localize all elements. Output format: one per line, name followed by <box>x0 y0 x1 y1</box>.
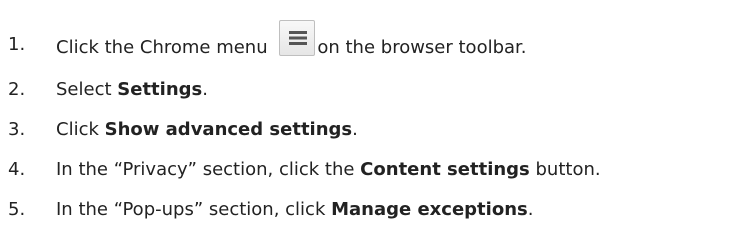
step-text-before: Click <box>56 119 105 140</box>
step-text-bold: Show advanced settings <box>104 119 353 140</box>
step-text-after: . <box>352 119 358 140</box>
step-text-bold: Manage exceptions <box>331 199 528 220</box>
step-text: In the “Pop-ups” section, click Manage e… <box>56 195 533 225</box>
step-text: Select Settings. <box>56 75 208 105</box>
hamburger-menu-icon <box>289 31 308 45</box>
step-text-bold: Settings <box>117 79 203 100</box>
step-text-after: . <box>202 79 208 100</box>
step-text-before: In the “Privacy” section, click the <box>56 159 361 180</box>
step-number: 2. <box>8 79 26 100</box>
step-number: 3. <box>8 119 26 140</box>
step-text: Click Show advanced settings. <box>56 115 358 145</box>
step-text-before: Select <box>56 79 118 100</box>
instruction-steps: 1. Click the Chrome menu on the browser … <box>0 0 751 252</box>
step-text-bold: Content settings <box>360 159 530 180</box>
chrome-menu-icon <box>279 20 316 56</box>
step-text: Click the Chrome menu on the browser too… <box>56 20 527 66</box>
step-text-after: . <box>527 199 534 220</box>
step-text-before: In the “Pop-ups” section, click <box>56 199 332 220</box>
step-number: 5. <box>8 199 26 220</box>
step-text-after: on the browser toolbar. <box>317 37 527 58</box>
step-text-before: Click the Chrome menu <box>56 37 274 58</box>
step-text-after: button. <box>529 159 601 180</box>
step-number: 4. <box>8 159 26 180</box>
step-number: 1. <box>8 34 26 55</box>
step-text: In the “Privacy” section, click the Cont… <box>56 155 601 185</box>
